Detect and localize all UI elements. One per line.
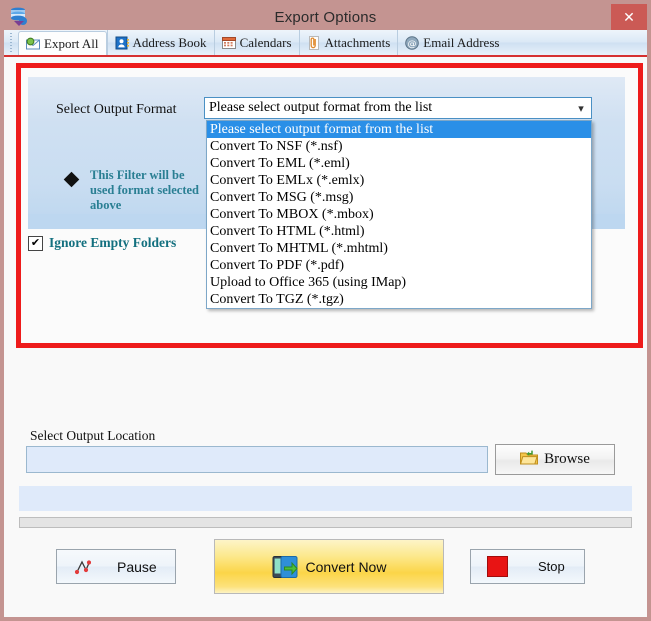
overall-progress-bar <box>19 486 632 511</box>
address-book-icon <box>115 36 129 50</box>
tab-strip: Export All Address Book Calendars Attach… <box>4 30 647 57</box>
tab-label: Email Address <box>423 34 500 50</box>
tab-email-address[interactable]: @ Email Address <box>397 30 506 55</box>
select-output-location-label: Select Output Location <box>30 428 156 443</box>
dropdown-option[interactable]: Convert To NSF (*.nsf) <box>207 138 591 155</box>
convert-now-button[interactable]: Convert Now <box>214 539 444 594</box>
item-progress-bar <box>19 517 632 528</box>
stop-button[interactable]: Stop <box>470 549 585 584</box>
export-options-window: Export Options ✕ Export All Address Book… <box>0 0 651 621</box>
pause-flag-icon <box>73 558 92 576</box>
filter-note-text: This Filter will be used format selected… <box>90 168 199 212</box>
output-format-dropdown-list[interactable]: Please select output format from the lis… <box>206 120 592 309</box>
calendar-icon <box>221 36 236 50</box>
database-export-icon <box>7 6 33 28</box>
tab-calendars[interactable]: Calendars <box>213 30 299 55</box>
dropdown-option[interactable]: Convert To MBOX (*.mbox) <box>207 206 591 223</box>
select-output-format-label: Select Output Format <box>56 102 177 117</box>
pause-label: Pause <box>117 558 157 575</box>
tab-label: Address Book <box>132 34 207 50</box>
tab-label: Attachments <box>324 34 391 50</box>
dropdown-option[interactable]: Convert To PDF (*.pdf) <box>207 257 591 274</box>
dropdown-option[interactable]: Convert To MSG (*.msg) <box>207 189 591 206</box>
convert-arrow-icon <box>272 555 298 579</box>
convert-now-label: Convert Now <box>305 558 387 575</box>
tab-attachments[interactable]: Attachments <box>298 30 398 55</box>
output-format-combobox[interactable]: Please select output format from the lis… <box>204 97 592 119</box>
svg-text:@: @ <box>408 39 417 49</box>
folder-open-icon <box>520 450 539 470</box>
ignore-empty-folders-checkbox[interactable]: ✔ <box>28 235 43 251</box>
ignore-empty-folders-row[interactable]: ✔ Ignore Empty Folders <box>28 235 176 251</box>
toolbar-grip <box>9 33 15 52</box>
dropdown-option[interactable]: Convert To EMLx (*.emlx) <box>207 172 591 189</box>
dropdown-option[interactable]: Convert To MHTML (*.mhtml) <box>207 240 591 257</box>
at-sign-icon: @ <box>405 35 420 50</box>
dropdown-option[interactable]: Convert To TGZ (*.tgz) <box>207 291 591 308</box>
browse-button[interactable]: Browse <box>495 444 615 475</box>
stop-square-icon <box>487 556 508 577</box>
stop-label: Stop <box>538 559 565 574</box>
tab-label: Calendars <box>239 34 292 50</box>
tab-label: Export All <box>44 35 99 51</box>
dropdown-option[interactable]: Please select output format from the lis… <box>207 121 591 138</box>
tab-address-book[interactable]: Address Book <box>106 30 214 55</box>
browse-label: Browse <box>544 451 590 467</box>
ignore-empty-folders-label: Ignore Empty Folders <box>49 235 177 250</box>
title-bar: Export Options ✕ <box>4 4 647 30</box>
dropdown-option[interactable]: Convert To EML (*.eml) <box>207 155 591 172</box>
pause-button[interactable]: Pause <box>56 549 176 584</box>
output-location-input[interactable] <box>26 446 488 473</box>
export-all-icon <box>26 37 40 51</box>
window-title: Export Options <box>274 8 377 26</box>
dropdown-option[interactable]: Upload to Office 365 (using IMap) <box>207 274 591 291</box>
dropdown-option[interactable]: Convert To HTML (*.html) <box>207 223 591 240</box>
attachment-icon <box>307 35 321 50</box>
chevron-down-icon[interactable]: ▾ <box>571 102 591 115</box>
close-button[interactable]: ✕ <box>611 4 647 30</box>
output-format-selected-value: Please select output format from the lis… <box>209 100 433 115</box>
tab-export-all[interactable]: Export All <box>18 31 107 55</box>
